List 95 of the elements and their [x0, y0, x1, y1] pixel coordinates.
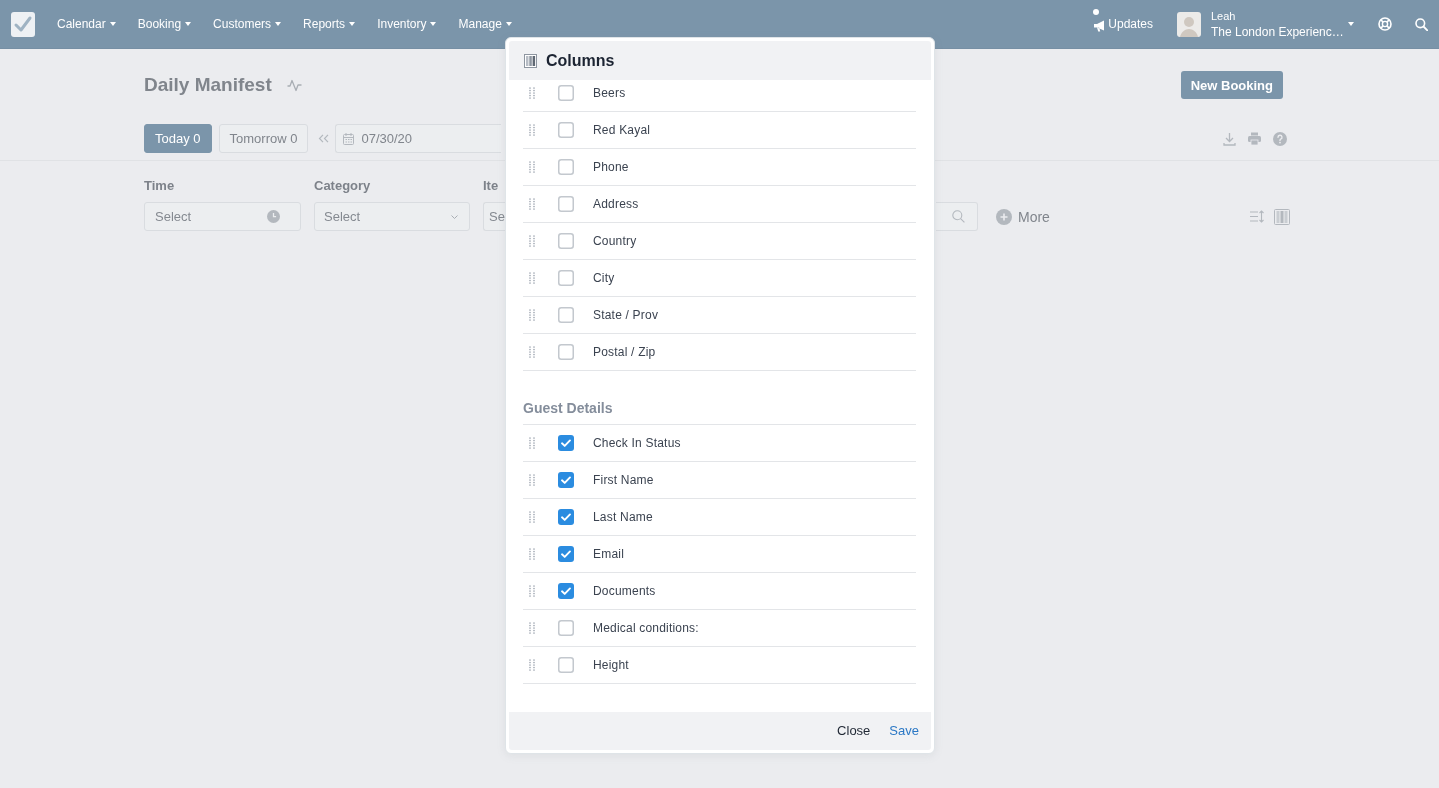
checkbox[interactable]	[558, 472, 574, 488]
checkmark-logo-icon[interactable]	[11, 11, 35, 37]
printer-icon[interactable]	[1248, 132, 1261, 145]
caret-icon	[185, 22, 192, 26]
drag-handle-icon[interactable]	[529, 198, 535, 210]
caret-icon	[349, 22, 356, 26]
checkbox[interactable]	[558, 509, 574, 525]
columns-icon	[524, 53, 537, 68]
caret-icon	[430, 22, 437, 26]
checkbox[interactable]	[558, 196, 574, 212]
column-option-label: Last Name	[593, 510, 653, 524]
nav-menu-item[interactable]: Reports	[303, 17, 356, 31]
checkbox[interactable]	[558, 270, 574, 286]
filter-label: Category	[314, 178, 372, 194]
date-field[interactable]: 07/30/20	[335, 124, 502, 153]
checkbox[interactable]	[558, 435, 574, 451]
column-option-label: Documents	[593, 584, 656, 598]
drag-handle-icon[interactable]	[529, 437, 535, 449]
column-option-label: Red Kayal	[593, 123, 651, 137]
columns-icon[interactable]	[1274, 208, 1290, 225]
filter-field[interactable]: Select	[144, 202, 301, 231]
checkbox[interactable]	[558, 233, 574, 249]
download-icon[interactable]	[1223, 131, 1236, 146]
caret-icon	[505, 22, 512, 26]
avatar-icon[interactable]	[1177, 11, 1201, 37]
column-option-label: Medical conditions:	[593, 621, 699, 635]
column-option-label: First Name	[593, 473, 654, 487]
filter-label: Ite	[483, 178, 500, 194]
column-option-label: City	[593, 271, 615, 285]
column-option-label: Height	[593, 658, 629, 672]
drag-handle-icon[interactable]	[529, 548, 535, 560]
checkbox[interactable]	[558, 159, 574, 175]
checkbox[interactable]	[558, 122, 574, 138]
drag-handle-icon[interactable]	[529, 235, 535, 247]
drag-handle-icon[interactable]	[529, 659, 535, 671]
nav-menu-item[interactable]: Calendar	[57, 17, 116, 31]
chevron-down-icon	[451, 214, 458, 219]
filter-label: Time	[144, 178, 176, 194]
column-option-label: Address	[593, 197, 639, 211]
nav-menu-item[interactable]: Manage	[458, 17, 512, 31]
calendar-icon	[343, 132, 355, 145]
column-option-label: Phone	[593, 160, 629, 174]
search-field[interactable]	[936, 202, 978, 231]
section-heading: Guest Details	[523, 400, 613, 416]
checkbox[interactable]	[558, 657, 574, 673]
lifebuoy-icon[interactable]	[1378, 17, 1392, 31]
nav-menu-item[interactable]: Booking	[137, 17, 192, 31]
new-booking-button[interactable]: New Booking	[1180, 71, 1283, 99]
column-option-label: State / Prov	[593, 308, 659, 322]
checkbox[interactable]	[558, 620, 574, 636]
checkbox[interactable]	[558, 546, 574, 562]
filter-field[interactable]: Se	[483, 202, 505, 231]
drag-handle-icon[interactable]	[529, 474, 535, 486]
checkbox[interactable]	[558, 307, 574, 323]
drag-handle-icon[interactable]	[529, 622, 535, 634]
double-chevron-left-icon[interactable]	[318, 134, 330, 143]
checkbox[interactable]	[558, 583, 574, 599]
page-title: Daily Manifest	[144, 73, 272, 97]
drag-handle-icon[interactable]	[529, 511, 535, 523]
drag-handle-icon[interactable]	[529, 585, 535, 597]
day-tab[interactable]: Tomorrow 0	[218, 124, 309, 153]
caret-icon	[109, 22, 116, 26]
search-icon	[952, 210, 965, 223]
column-option-label: Country	[593, 234, 637, 248]
checkbox[interactable]	[558, 344, 574, 360]
caret-icon[interactable]	[1348, 22, 1354, 26]
pulse-icon[interactable]	[286, 78, 302, 92]
drag-handle-icon[interactable]	[529, 346, 535, 358]
column-option-label: Check In Status	[593, 436, 681, 450]
column-option-label: Postal / Zip	[593, 345, 656, 359]
clock-icon	[267, 210, 280, 223]
drag-handle-icon[interactable]	[529, 124, 535, 136]
search-icon[interactable]	[1415, 17, 1428, 31]
drag-handle-icon[interactable]	[529, 87, 535, 99]
nav-menu-item[interactable]: Customers	[213, 17, 282, 31]
save-button[interactable]: Save	[889, 723, 919, 739]
drag-handle-icon[interactable]	[529, 309, 535, 321]
more-filters-button[interactable]: More	[996, 202, 1050, 231]
user-name: Leah	[1211, 9, 1237, 23]
updates-button[interactable]: Updates	[1093, 8, 1153, 40]
filter-field[interactable]: Select	[314, 202, 470, 231]
column-option-label: Email	[593, 547, 624, 561]
day-tab[interactable]: Today 0	[144, 124, 212, 153]
sort-lines-icon[interactable]	[1250, 210, 1265, 223]
nav-menu-item[interactable]: Inventory	[377, 17, 437, 31]
help-icon[interactable]	[1273, 131, 1287, 146]
column-option-label: Beers	[593, 86, 626, 100]
checkbox[interactable]	[558, 85, 574, 101]
close-button[interactable]: Close	[837, 723, 871, 739]
caret-icon	[275, 22, 282, 26]
drag-handle-icon[interactable]	[529, 161, 535, 173]
megaphone-icon	[1093, 20, 1107, 32]
drag-handle-icon[interactable]	[529, 272, 535, 284]
dialog-title: Columns	[546, 51, 615, 70]
plus-circle-icon	[996, 208, 1012, 225]
